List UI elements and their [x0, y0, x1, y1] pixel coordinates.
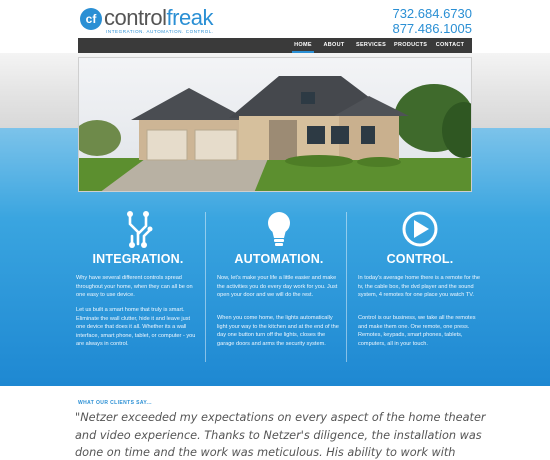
- nav-contact[interactable]: CONTACT: [435, 38, 465, 53]
- circuit-icon: [127, 211, 153, 248]
- house-photo: [79, 58, 471, 191]
- column-divider: [346, 212, 347, 362]
- logo-tagline: INTEGRATION. AUTOMATION. CONTROL.: [106, 29, 214, 34]
- feature-text: Now, let's make your life a little easie…: [217, 275, 338, 299]
- testimonials-label: WHAT OUR CLIENTS SAY...: [78, 400, 152, 406]
- phone-number-2[interactable]: 877.486.1005: [392, 21, 472, 36]
- feature-text: Let us built a smart home that truly is …: [76, 307, 196, 348]
- hero-image: [78, 57, 472, 192]
- feature-text: When you come home, the lights automatic…: [217, 315, 339, 347]
- nav-home[interactable]: HOME: [292, 38, 314, 53]
- logo-mark-icon: cf: [80, 8, 102, 30]
- feature-title: AUTOMATION.: [234, 252, 324, 266]
- feature-control: CONTROL. In today's average home there i…: [358, 210, 482, 365]
- testimonial-quote: "Netzer exceeded my expectations on ever…: [75, 411, 486, 459]
- logo-word-part2: freak: [166, 5, 214, 30]
- feature-text: Control is our business, we take all the…: [358, 315, 476, 347]
- column-divider: [205, 212, 206, 362]
- site-header: cf controlfreak INTEGRATION. AUTOMATION.…: [0, 0, 550, 40]
- phone-numbers: 732.684.6730 877.486.1005: [392, 6, 472, 36]
- nav-about[interactable]: ABOUT: [322, 38, 346, 53]
- logo-wordmark: controlfreak: [104, 6, 213, 30]
- feature-title: CONTROL.: [386, 252, 454, 266]
- phone-number-1[interactable]: 732.684.6730: [392, 6, 472, 21]
- feature-text: In today's average home there is a remot…: [358, 275, 481, 299]
- lightbulb-icon: [268, 212, 290, 246]
- play-icon: [402, 211, 438, 247]
- feature-automation: AUTOMATION. Now, let's make your life a …: [217, 210, 341, 365]
- nav-products[interactable]: PRODUCTS: [394, 38, 427, 53]
- feature-integration: INTEGRATION. Why have several different …: [76, 210, 200, 365]
- logo[interactable]: cf controlfreak INTEGRATION. AUTOMATION.…: [80, 6, 220, 36]
- main-nav: HOME ABOUT SERVICES PRODUCTS CONTACT: [78, 38, 472, 53]
- nav-services[interactable]: SERVICES: [356, 38, 386, 53]
- feature-text: Why have several different controls spre…: [76, 275, 193, 299]
- logo-word-part1: control: [104, 5, 167, 30]
- feature-title: INTEGRATION.: [92, 252, 184, 266]
